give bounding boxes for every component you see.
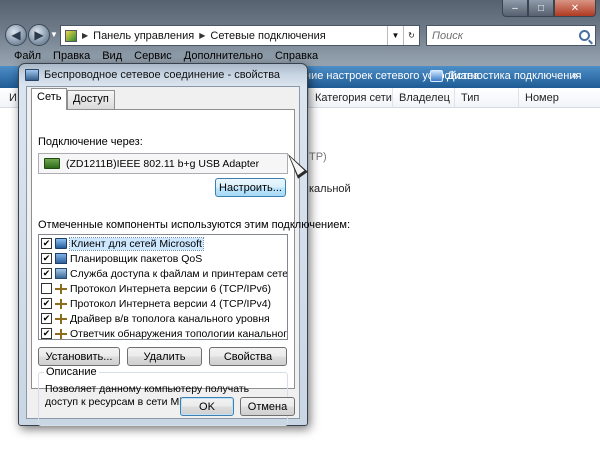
client-icon [55,238,67,249]
diagnose-label: Диагностика подключения [447,70,582,82]
component-item-lltd-mapper[interactable]: Драйвер в/в тополога канального уровня [41,312,270,325]
configure-button[interactable]: Настроить... [215,178,286,197]
forward-button[interactable]: ▶ [28,24,50,46]
component-checkbox[interactable] [41,253,52,264]
window-caption-buttons: – □ ✕ [502,0,596,18]
breadcrumb-network-connections[interactable]: Сетевые подключения [210,30,325,42]
navigation-bar: ◀ ▶ ▼ ▶ Панель управления ▶ Сетевые подк… [0,22,600,48]
component-label: Драйвер в/в тополога канального уровня [70,312,270,325]
column-phone-number[interactable]: Номер телефона... [518,88,600,124]
dialog-body: Сеть Доступ Подключение через: (ZD1211B)… [26,86,350,426]
connection-detail-fragment: TP) [309,151,327,163]
diagnose-connection-command[interactable]: Диагностика подключения [430,70,581,82]
maximize-button[interactable]: □ [528,0,554,17]
search-icon[interactable] [579,30,590,41]
tab-network[interactable]: Сеть [31,88,68,110]
component-checkbox[interactable] [41,328,52,339]
column-owner[interactable]: Владелец [392,88,454,108]
protocol-icon [55,328,67,339]
component-label: Протокол Интернета версии 4 (TCP/IPv4) [70,297,272,310]
components-list[interactable]: Клиент для сетей Microsoft Планировщик п… [38,234,288,340]
protocol-icon [55,283,67,294]
diagnose-icon [430,70,443,82]
breadcrumb-control-panel[interactable]: Панель управления [93,30,194,42]
network-tab-panel: Подключение через: (ZD1211B)IEEE 802.11 … [31,109,350,426]
remove-button[interactable]: Удалить [127,347,202,366]
component-label: Клиент для сетей Microsoft [69,236,204,251]
component-checkbox[interactable] [41,313,52,324]
breadcrumb-separator-icon[interactable]: ▶ [82,31,88,40]
minimize-button[interactable]: – [502,0,528,17]
ok-button[interactable]: OK [180,397,234,416]
address-bar[interactable]: ▶ Панель управления ▶ Сетевые подключени… [60,25,420,46]
install-button[interactable]: Установить... [38,347,120,366]
back-button[interactable]: ◀ [5,24,27,46]
component-checkbox[interactable] [41,283,52,294]
dialog-title: Беспроводное сетевое соединение - свойст… [44,69,281,81]
component-item-qos[interactable]: Планировщик пакетов QoS [41,252,202,265]
component-checkbox[interactable] [41,268,52,279]
network-adapter-icon [44,158,60,169]
description-title: Описание [44,366,99,378]
component-checkbox[interactable] [41,238,52,249]
column-network-category[interactable]: Категория сети [308,88,392,108]
protocol-icon [55,298,67,309]
history-dropdown-icon[interactable]: ▼ [50,30,58,39]
adapter-field: (ZD1211B)IEEE 802.11 b+g USB Adapter [38,153,288,174]
more-commands-button[interactable]: » [572,70,578,81]
component-item-client[interactable]: Клиент для сетей Microsoft [41,236,204,251]
protocol-icon [55,313,67,324]
wireless-connection-icon [25,69,39,81]
file-share-icon [55,268,67,279]
column-type[interactable]: Тип [454,88,518,108]
component-label: Ответчик обнаружения топологии канальног… [70,327,288,340]
properties-button[interactable]: Свойства [209,347,287,366]
component-label: Протокол Интернета версии 6 (TCP/IPv6) [70,282,272,295]
component-label: Служба доступа к файлам и принтерам сете… [70,267,288,280]
dialog-titlebar[interactable]: Беспроводное сетевое соединение - свойст… [25,67,280,83]
refresh-icon[interactable]: ↻ [403,26,419,45]
tab-sharing[interactable]: Доступ [67,90,115,109]
address-dropdown-icon[interactable]: ▼ [387,26,403,45]
cancel-button[interactable]: Отмена [240,397,295,416]
component-item-file-sharing[interactable]: Служба доступа к файлам и принтерам сете… [41,267,288,280]
column-name-header[interactable]: И [0,88,17,108]
search-placeholder: Поиск [432,29,463,42]
component-checkbox[interactable] [41,298,52,309]
search-input[interactable]: Поиск [426,25,596,46]
qos-icon [55,253,67,264]
control-panel-icon [65,29,77,42]
breadcrumb-separator-icon[interactable]: ▶ [199,31,205,40]
component-item-ipv6[interactable]: Протокол Интернета версии 6 (TCP/IPv6) [41,282,271,295]
components-label: Отмеченные компоненты используются этим … [38,219,351,231]
connect-using-label: Подключение через: [38,136,143,148]
close-window-button[interactable]: ✕ [554,0,596,17]
adapter-name: (ZD1211B)IEEE 802.11 b+g USB Adapter [66,157,260,170]
component-item-ipv4[interactable]: Протокол Интернета версии 4 (TCP/IPv4) [41,297,271,310]
connection-properties-dialog: Беспроводное сетевое соединение - свойст… [18,63,350,426]
connection-status-fragment: кальной [309,183,351,195]
component-label: Планировщик пакетов QoS [70,252,203,265]
component-item-lltd-responder[interactable]: Ответчик обнаружения топологии канальног… [41,327,288,340]
